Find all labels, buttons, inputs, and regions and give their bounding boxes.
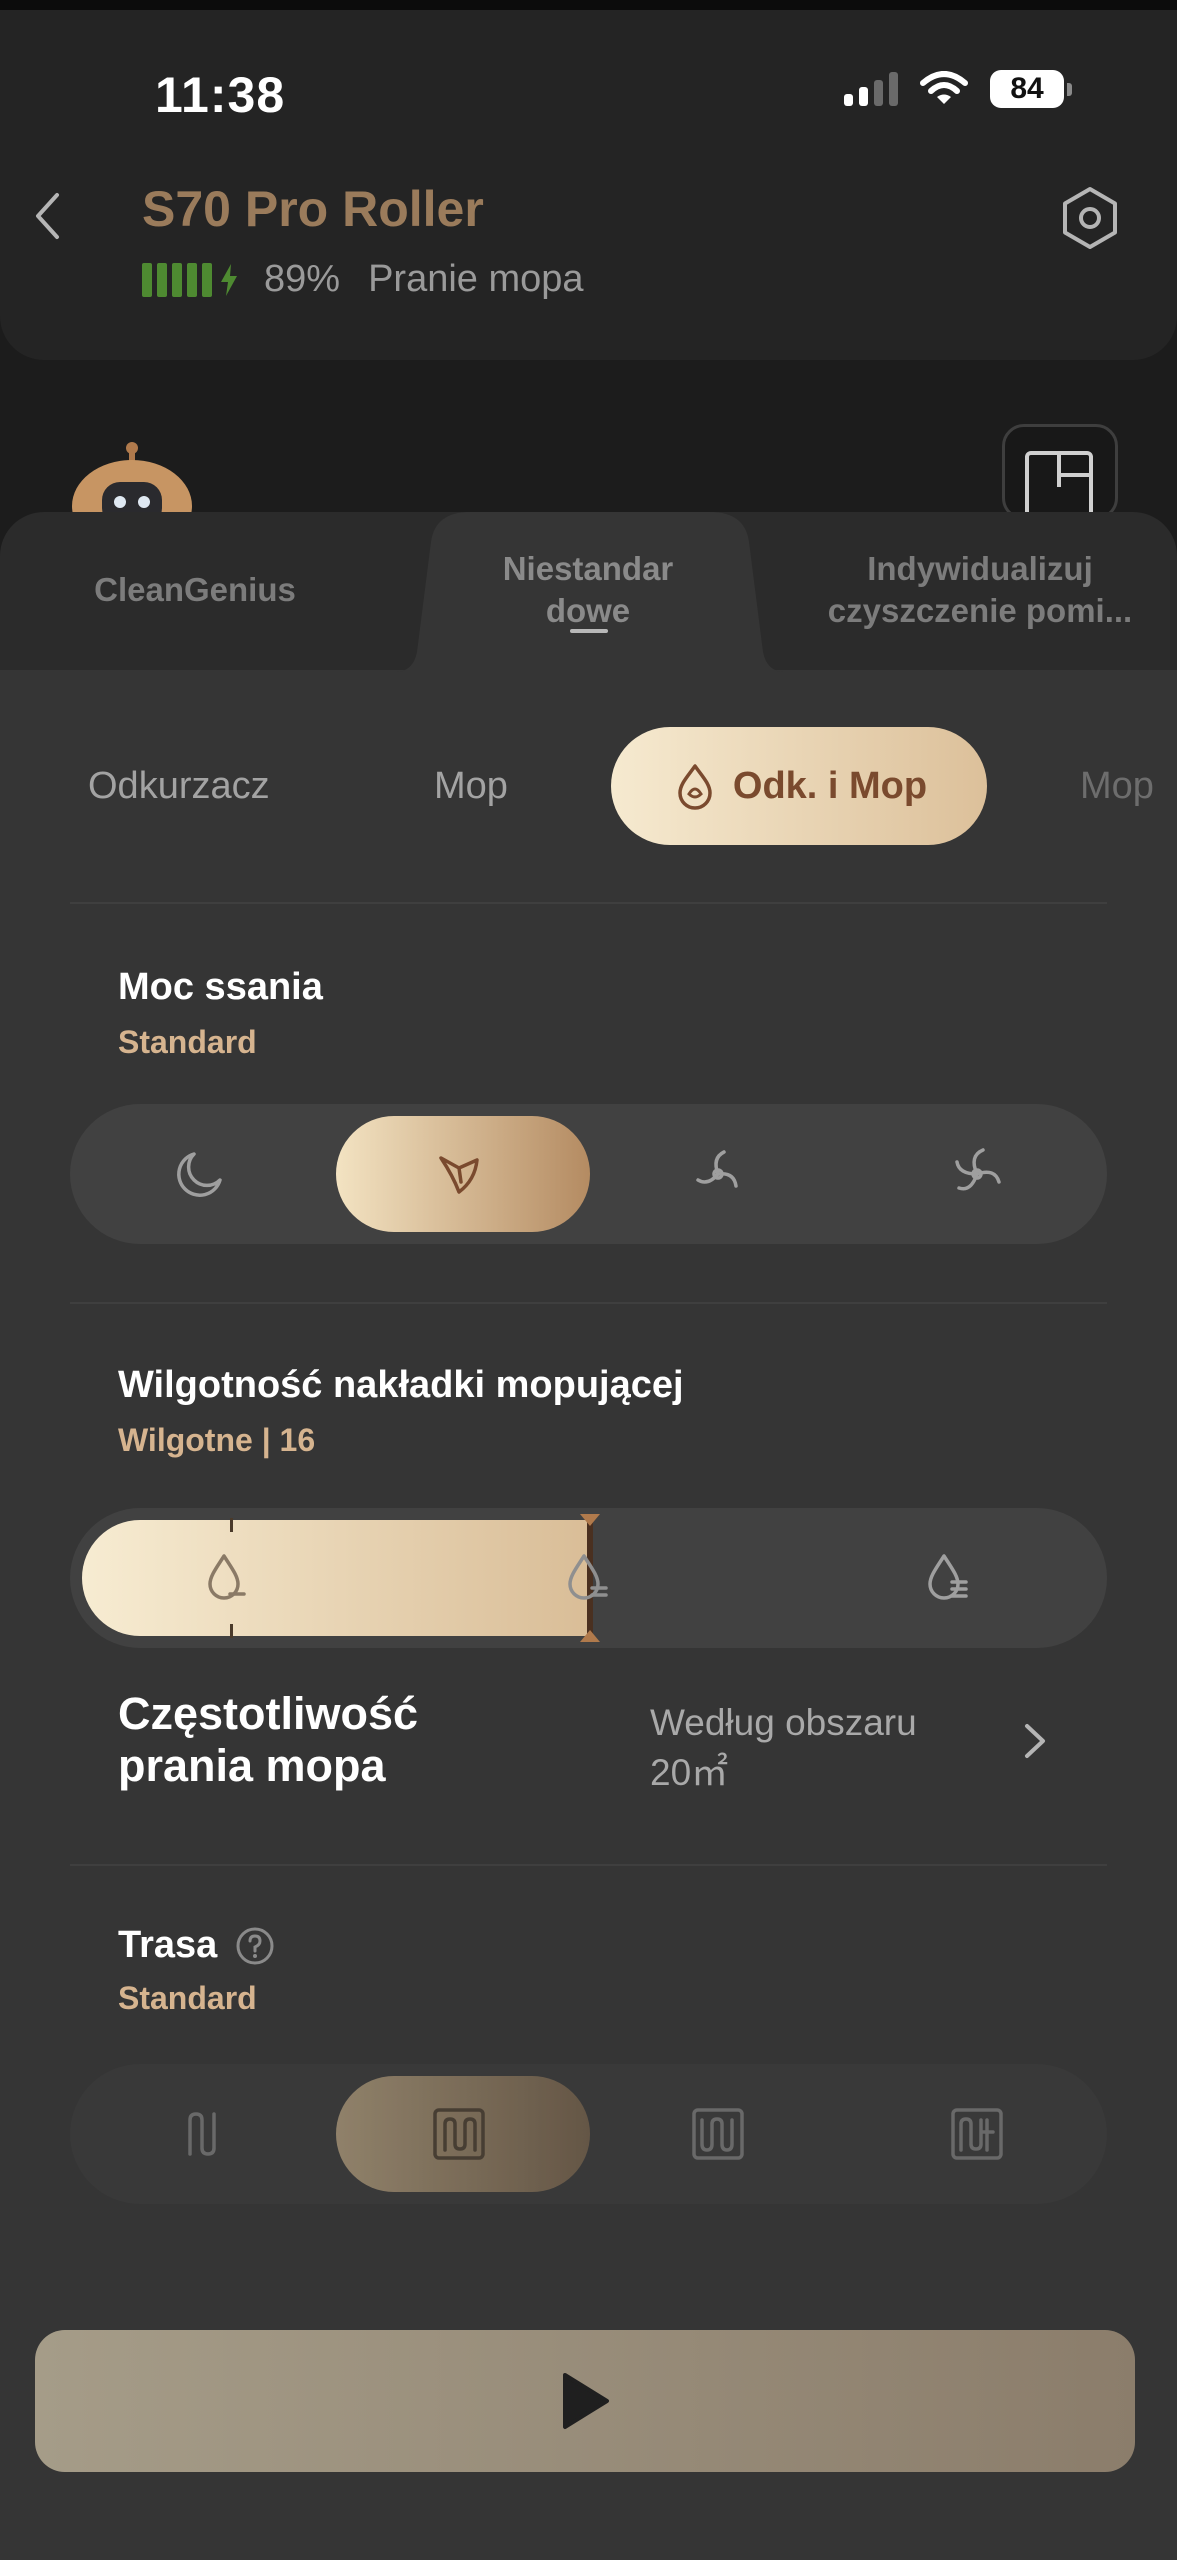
- drop-high-icon: [922, 1550, 974, 1611]
- route-standard-icon: [432, 2108, 485, 2160]
- tab-custom[interactable]: Niestandar dowe: [430, 548, 746, 632]
- drop-mid-icon: [562, 1550, 614, 1611]
- map-button[interactable]: [1002, 424, 1118, 520]
- route-quick-option[interactable]: [70, 2064, 329, 2204]
- battery-icon: 84: [990, 70, 1072, 108]
- tab-room-customize[interactable]: Indywidualizuj czyszczenie pomi...: [790, 548, 1170, 632]
- tab-cleangenius[interactable]: CleanGenius: [40, 569, 350, 611]
- status-icons: 84: [844, 70, 1072, 108]
- drop-low-icon: [202, 1550, 250, 1611]
- mode-mop[interactable]: Mop: [434, 727, 508, 845]
- route-intensive-icon: [691, 2108, 744, 2160]
- max-fan-icon: [954, 1148, 1001, 1191]
- route-quick-icon: [187, 2112, 216, 2156]
- charging-bolt-icon: [221, 263, 237, 296]
- mop-wash-frequency-row[interactable]: Częstotliwość prania mopa Według obszaru…: [0, 1688, 1177, 1798]
- mode-selector: Odkurzacz Mop Odk. i Mop Mop: [0, 727, 1177, 847]
- status-time: 11:38: [155, 67, 286, 123]
- route-deep-icon: [950, 2108, 1003, 2160]
- play-icon: [563, 2373, 609, 2429]
- divider: [70, 902, 1107, 904]
- suction-turbo-option[interactable]: [588, 1104, 847, 1244]
- device-battery-percent: 89%: [264, 258, 341, 300]
- slider-tick: [230, 1624, 233, 1638]
- mop-wash-frequency-value: Według obszaru 20㎡: [650, 1702, 917, 1793]
- hex-settings-icon: [1063, 187, 1117, 249]
- route-selector: [70, 2064, 1107, 2204]
- route-deep-option[interactable]: [847, 2064, 1106, 2204]
- mop-wash-frequency-title: Częstotliwość prania mopa: [118, 1688, 419, 1791]
- turbo-fan-icon: [695, 1150, 738, 1188]
- device-title: S70 Pro Roller: [142, 181, 484, 237]
- divider: [70, 1864, 1107, 1866]
- mop-humidity-value: Wilgotne | 16: [118, 1422, 316, 1458]
- standard-fan-icon: [438, 1156, 479, 1194]
- suction-standard-option[interactable]: [329, 1104, 588, 1244]
- suction-quiet-option[interactable]: [70, 1104, 329, 1244]
- suction-selector: [70, 1104, 1107, 1244]
- route-standard-option[interactable]: [329, 2064, 588, 2204]
- robot-avatar[interactable]: [68, 440, 196, 520]
- device-status-row: 89% Pranie mopa: [142, 258, 584, 301]
- settings-button[interactable]: [1055, 183, 1125, 253]
- quiet-moon-icon: [176, 1152, 222, 1197]
- mode-mop-after-vacuum[interactable]: Mop: [1080, 727, 1154, 845]
- route-intensive-option[interactable]: [588, 2064, 847, 2204]
- mop-humidity-slider[interactable]: [70, 1508, 1107, 1648]
- back-button[interactable]: [22, 186, 72, 246]
- mop-humidity-fill: [82, 1520, 590, 1636]
- help-icon[interactable]: [235, 1926, 275, 1966]
- suction-max-option[interactable]: [847, 1104, 1106, 1244]
- route-title: Trasa: [118, 1924, 218, 1966]
- divider: [70, 1302, 1107, 1304]
- suction-title: Moc ssania: [118, 966, 323, 1008]
- device-status-text: Pranie mopa: [368, 258, 584, 300]
- wifi-icon: [920, 71, 968, 104]
- suction-value: Standard: [118, 1024, 257, 1060]
- top-shade: [0, 0, 1177, 10]
- cellular-signal-icon: [844, 72, 898, 106]
- slider-tick: [230, 1518, 233, 1532]
- tab-active-indicator: [570, 629, 608, 633]
- chevron-left-icon: [36, 193, 59, 239]
- battery-level: 84: [990, 70, 1064, 108]
- route-value: Standard: [118, 1980, 257, 2016]
- route-title-row: Trasa: [118, 1924, 275, 1967]
- device-battery-icon: [142, 262, 212, 297]
- mop-humidity-title: Wilgotność nakładki mopującej: [118, 1364, 684, 1406]
- vacuum-mop-icon: [678, 764, 712, 810]
- chevron-right-icon: [1025, 1724, 1045, 1758]
- map-icon: [1025, 451, 1093, 517]
- start-cleaning-button[interactable]: [35, 2330, 1135, 2472]
- mode-vacuum[interactable]: Odkurzacz: [88, 727, 270, 845]
- mode-vacuum-and-mop[interactable]: Odk. i Mop: [611, 727, 987, 845]
